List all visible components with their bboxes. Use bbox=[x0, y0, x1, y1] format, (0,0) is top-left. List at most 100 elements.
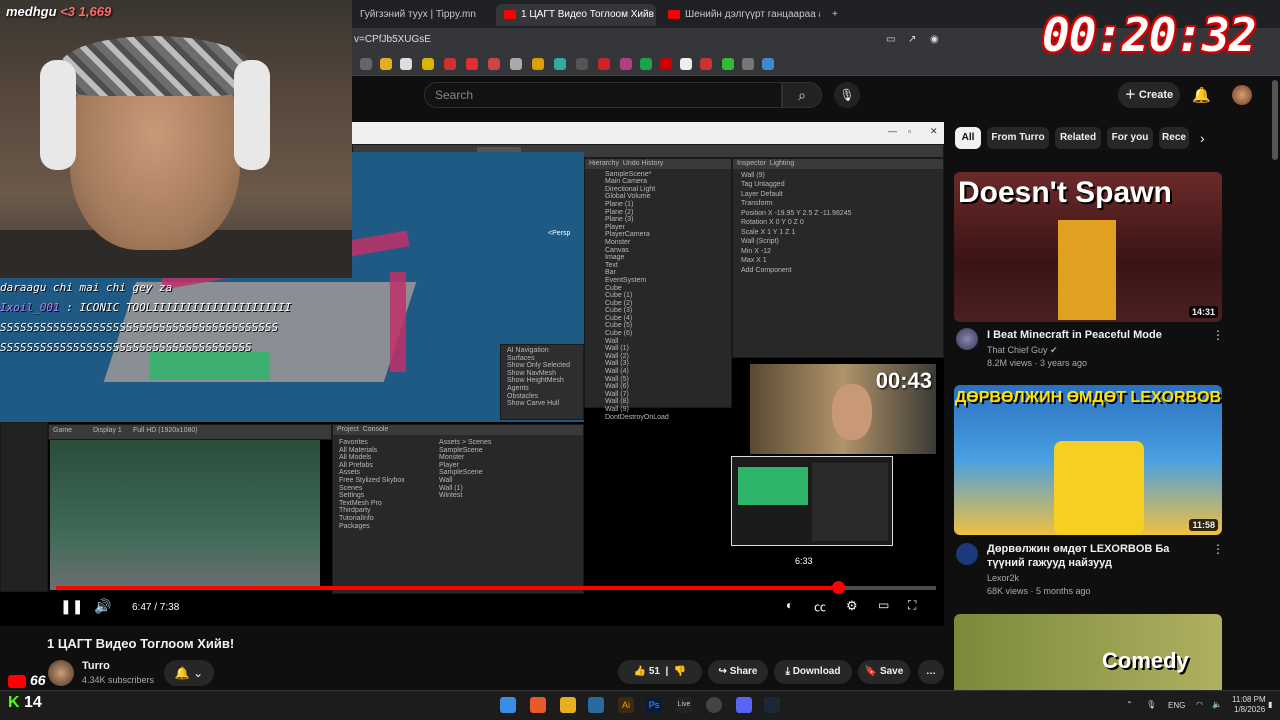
bookmark-icon[interactable] bbox=[444, 58, 456, 70]
captions-icon[interactable]: ㏄ bbox=[814, 598, 826, 615]
hierarchy-item[interactable]: Wall (7) bbox=[605, 391, 711, 399]
progress-bar[interactable] bbox=[56, 581, 936, 594]
photoshop-icon[interactable]: Ps bbox=[646, 697, 662, 713]
bookmark-icon[interactable] bbox=[532, 58, 544, 70]
more-actions-button[interactable]: … bbox=[918, 660, 944, 684]
project-folder[interactable]: All Models bbox=[339, 454, 405, 462]
hierarchy-item[interactable]: Wall (8) bbox=[605, 398, 711, 406]
settings-gear-icon[interactable]: ⚙ bbox=[846, 598, 858, 614]
search-input[interactable]: Search bbox=[424, 82, 782, 108]
share-icon[interactable]: ↗ bbox=[908, 28, 916, 52]
asset-item[interactable]: SampleScene bbox=[439, 469, 491, 477]
project-folder[interactable]: Thirdparty bbox=[339, 507, 405, 515]
close-icon[interactable]: ✕ bbox=[930, 126, 938, 137]
project-folder[interactable]: Free Stylized Skybox bbox=[339, 477, 405, 485]
discord-icon[interactable] bbox=[736, 697, 752, 713]
hierarchy-item[interactable]: Bar bbox=[605, 269, 711, 277]
asset-item[interactable]: Assets > Scenes bbox=[439, 439, 491, 447]
obs-icon[interactable] bbox=[706, 697, 722, 713]
inspector-row[interactable]: Scale X 1 Y 1 Z 1 bbox=[741, 228, 935, 238]
inspector-row[interactable]: Wall (9) bbox=[741, 171, 935, 181]
bookmark-icon[interactable] bbox=[400, 58, 412, 70]
create-button[interactable]: ＋ Create bbox=[1118, 82, 1180, 108]
bookmark-icon[interactable] bbox=[640, 58, 652, 70]
wifi-icon[interactable]: ◠ bbox=[1196, 700, 1203, 709]
inspector-row[interactable]: Rotation X 0 Y 0 Z 0 bbox=[741, 218, 935, 228]
chip-related[interactable]: Related bbox=[1055, 127, 1101, 149]
recommendation-thumbnail[interactable]: Comedy bbox=[954, 614, 1222, 690]
undo-history-tab[interactable]: Undo History bbox=[623, 160, 663, 167]
browser-tab-active[interactable]: 1 ЦАГТ Видео Тоглоом Хийв✕ bbox=[496, 4, 656, 26]
hierarchy-item[interactable]: Wall (5) bbox=[605, 376, 711, 384]
bookmark-icon[interactable] bbox=[620, 58, 632, 70]
volume-icon[interactable]: 🔊 bbox=[94, 598, 111, 615]
project-folder[interactable]: All Prefabs bbox=[339, 462, 405, 470]
asset-item[interactable]: Wintest bbox=[439, 492, 491, 500]
inspector-row[interactable]: Tag Untagged bbox=[741, 180, 935, 190]
game-tab[interactable]: Game bbox=[53, 427, 72, 435]
project-folder[interactable]: Favorites bbox=[339, 439, 405, 447]
hierarchy-item[interactable]: Plane (2) bbox=[605, 209, 711, 217]
lighting-tab[interactable]: Lighting bbox=[770, 160, 795, 167]
share-button[interactable]: ↪ Share bbox=[708, 660, 768, 684]
hierarchy-item[interactable]: Text bbox=[605, 262, 711, 270]
bookmark-icon[interactable] bbox=[700, 58, 712, 70]
notifications-bell-icon[interactable]: 🔔 bbox=[1192, 86, 1211, 104]
hierarchy-item[interactable]: SampleScene* bbox=[605, 171, 711, 179]
channel-avatar[interactable] bbox=[48, 660, 74, 686]
bookmark-icon[interactable] bbox=[422, 58, 434, 70]
bookmark-icon[interactable] bbox=[488, 58, 500, 70]
progress-scrubber[interactable] bbox=[832, 581, 846, 594]
chevron-right-icon[interactable]: › bbox=[1200, 130, 1205, 146]
channel-avatar[interactable] bbox=[956, 328, 978, 350]
browser-tab[interactable]: Шенийн дэлгүүрт ганцаараа ажилл bbox=[660, 4, 820, 26]
chip-for-you[interactable]: For you bbox=[1107, 127, 1153, 149]
hierarchy-item[interactable]: EventSystem bbox=[605, 277, 711, 285]
inspector-row[interactable]: Max X 1 bbox=[741, 256, 935, 266]
hierarchy-item[interactable]: Wall (6) bbox=[605, 383, 711, 391]
hierarchy-item[interactable]: Cube (1) bbox=[605, 292, 711, 300]
hierarchy-item[interactable]: Wall bbox=[605, 338, 711, 346]
hierarchy-item[interactable]: Canvas bbox=[605, 247, 711, 255]
more-options-icon[interactable]: ⋮ bbox=[1212, 542, 1224, 556]
hierarchy-item[interactable]: Directional Light bbox=[605, 186, 711, 194]
page-scrollbar[interactable] bbox=[1272, 80, 1278, 160]
ai-navigation-item[interactable]: Obstacles bbox=[507, 393, 577, 401]
cast-icon[interactable]: ▭ bbox=[886, 28, 895, 52]
fullscreen-icon[interactable]: ⛶ bbox=[908, 598, 916, 613]
recommendation-channel[interactable]: Lexor2k bbox=[987, 573, 1019, 583]
bookmark-icon[interactable] bbox=[762, 58, 774, 70]
display-select[interactable]: Display 1 bbox=[93, 427, 122, 435]
like-dislike-button[interactable]: 👍 51 | 👎 bbox=[618, 660, 702, 684]
recommendation-thumbnail[interactable]: ДӨРВӨЛЖИН ӨМДӨТ LEXORBOB 11:58 bbox=[954, 385, 1222, 535]
hierarchy-item[interactable]: Monster bbox=[605, 239, 711, 247]
bookmark-icon[interactable] bbox=[510, 58, 522, 70]
asset-item[interactable]: Monster bbox=[439, 454, 491, 462]
channel-avatar[interactable] bbox=[956, 543, 978, 565]
inspector-row[interactable]: Wall (Script) bbox=[741, 237, 935, 247]
hierarchy-item[interactable]: Cube bbox=[605, 285, 711, 293]
minimize-icon[interactable]: — bbox=[888, 126, 897, 136]
hierarchy-item[interactable]: Image bbox=[605, 254, 711, 262]
hierarchy-item[interactable]: DontDestroyOnLoad bbox=[605, 414, 711, 422]
bookmark-icon[interactable] bbox=[576, 58, 588, 70]
asset-item[interactable]: Wall bbox=[439, 477, 491, 485]
inspector-tab[interactable]: Inspector bbox=[737, 160, 766, 167]
hierarchy-item[interactable]: Wall (3) bbox=[605, 360, 711, 368]
pause-icon[interactable]: ❚❚ bbox=[60, 598, 83, 615]
project-folder[interactable]: Packages bbox=[339, 523, 405, 531]
bookmark-icon[interactable] bbox=[360, 58, 372, 70]
notification-icon[interactable]: ▮ bbox=[1268, 700, 1272, 709]
console-tab[interactable]: Console bbox=[363, 426, 389, 433]
resolution-select[interactable]: Full HD (1920x1080) bbox=[133, 427, 198, 435]
hierarchy-item[interactable]: Plane (1) bbox=[605, 201, 711, 209]
hierarchy-item[interactable]: Main Camera bbox=[605, 178, 711, 186]
hierarchy-item[interactable]: Wall (4) bbox=[605, 368, 711, 376]
hierarchy-item[interactable]: Cube (3) bbox=[605, 307, 711, 315]
inspector-row[interactable]: Add Component bbox=[741, 266, 935, 276]
project-folder[interactable]: TutorialInfo bbox=[339, 515, 405, 523]
bookmark-icon[interactable] bbox=[660, 58, 672, 70]
tray-chevron-icon[interactable]: ⌃ bbox=[1126, 700, 1133, 709]
chip-from-turro[interactable]: From Turro bbox=[987, 127, 1049, 149]
app-icon[interactable] bbox=[588, 697, 604, 713]
